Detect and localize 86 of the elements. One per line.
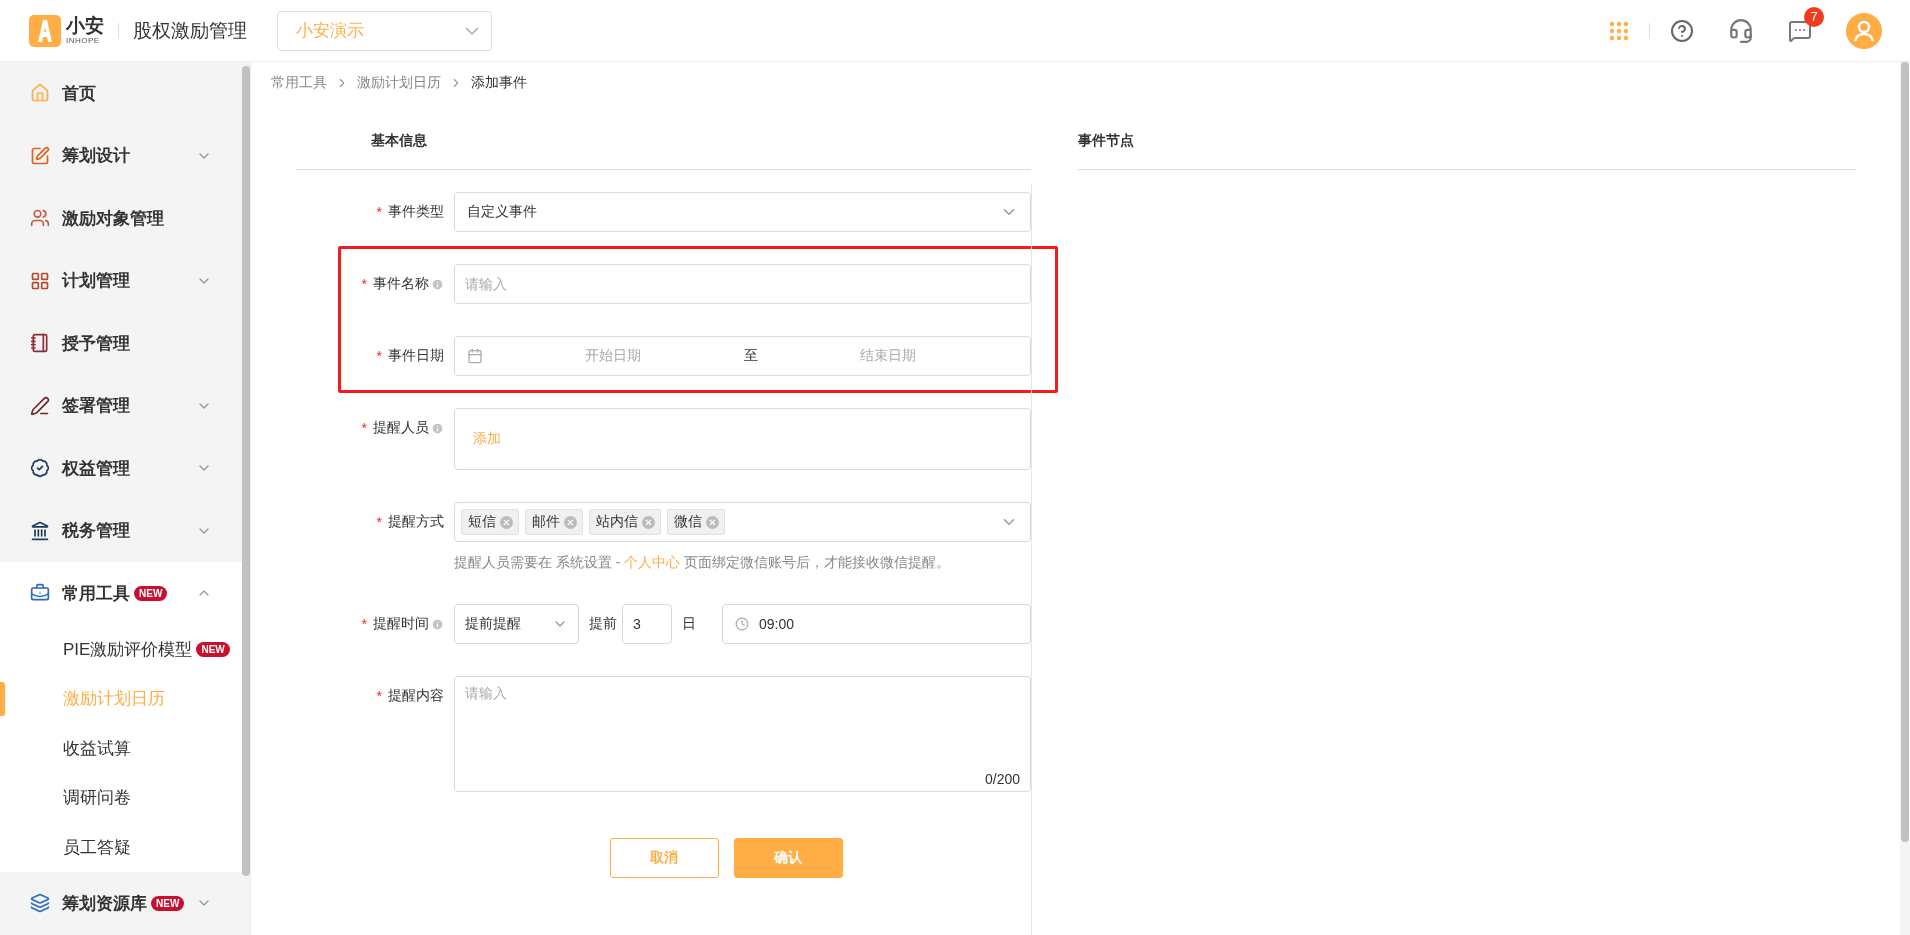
sidebar-subitem[interactable]: PIE激励评价模型 NEW bbox=[0, 624, 243, 674]
section-title: 基本信息 bbox=[371, 132, 427, 150]
hint-text: 提醒人员需要在 系统设置 - 个人中心 页面绑定微信账号后，才能接收微信提醒。 bbox=[454, 554, 952, 572]
close-icon[interactable] bbox=[642, 515, 655, 529]
chevron-down-icon bbox=[465, 26, 479, 35]
field-label: 提醒时间 bbox=[373, 615, 429, 633]
selection-bar bbox=[0, 682, 5, 716]
date-range-field[interactable]: 开始日期 至 结束日期 bbox=[454, 336, 1031, 376]
required-mark: * bbox=[361, 616, 367, 632]
section-title: 事件节点 bbox=[1078, 132, 1134, 150]
scrollbar-thumb[interactable] bbox=[242, 66, 251, 876]
avatar[interactable] bbox=[1846, 12, 1882, 49]
message-count: 7 bbox=[1804, 6, 1824, 27]
method-tag: 邮件 bbox=[525, 509, 583, 535]
method-tag: 站内信 bbox=[589, 509, 661, 535]
days-input[interactable]: 3 bbox=[622, 604, 672, 644]
breadcrumb-item[interactable]: 常用工具 bbox=[271, 74, 327, 92]
building-icon bbox=[30, 520, 50, 541]
unit-text: 日 bbox=[682, 615, 696, 633]
sidebar-item[interactable]: 常用工具 NEW bbox=[0, 562, 243, 625]
field-label: 提醒人员 bbox=[373, 419, 429, 437]
method-select[interactable]: 短信 邮件 站内信 微信 bbox=[454, 502, 1031, 542]
content-textarea[interactable]: 请输入 0/200 bbox=[454, 676, 1031, 792]
close-icon[interactable] bbox=[564, 515, 577, 529]
method-tag: 微信 bbox=[667, 509, 725, 535]
required-mark: * bbox=[361, 276, 367, 292]
placeholder-text: 请输入 bbox=[465, 685, 508, 703]
input-field[interactable]: 请输入 bbox=[454, 264, 1031, 304]
pencil-square-icon bbox=[30, 145, 50, 166]
sidebar-item[interactable]: 税务管理 bbox=[0, 499, 243, 562]
book-icon bbox=[30, 333, 50, 354]
start-date-placeholder: 开始日期 bbox=[585, 347, 642, 363]
headset-icon[interactable] bbox=[1728, 17, 1754, 44]
field-label: 事件类型 bbox=[388, 203, 444, 221]
new-badge: NEW bbox=[151, 895, 185, 911]
sidebar-subitem[interactable]: 收益试算 bbox=[0, 723, 243, 773]
required-mark: * bbox=[376, 514, 382, 530]
calendar-icon bbox=[467, 348, 483, 364]
new-badge: NEW bbox=[196, 641, 230, 657]
range-separator: 至 bbox=[743, 347, 758, 365]
apps-grid-icon[interactable] bbox=[1609, 20, 1629, 41]
prefix-text: 提前 bbox=[589, 615, 617, 633]
layers-icon bbox=[30, 893, 50, 914]
field-label: 事件日期 bbox=[388, 347, 444, 365]
breadcrumb-item[interactable]: 激励计划日历 bbox=[357, 74, 441, 92]
sidebar-subitem[interactable]: 调研问卷 bbox=[0, 773, 243, 823]
sidebar-item[interactable]: 签署管理 bbox=[0, 374, 243, 437]
sidebar-item[interactable]: 筹划设计 bbox=[0, 124, 243, 187]
sidebar-item[interactable]: 计划管理 bbox=[0, 249, 243, 312]
briefcase-icon bbox=[30, 583, 50, 604]
field-label: 事件名称 bbox=[373, 275, 429, 293]
message-icon[interactable] bbox=[1788, 18, 1812, 43]
clock-icon bbox=[735, 617, 749, 631]
badge-icon bbox=[30, 458, 50, 479]
new-badge: NEW bbox=[134, 585, 168, 601]
logo-icon bbox=[29, 14, 61, 47]
close-icon[interactable] bbox=[500, 515, 513, 529]
house-icon bbox=[30, 83, 50, 104]
close-icon[interactable] bbox=[706, 515, 719, 529]
help-icon[interactable] bbox=[1670, 18, 1694, 43]
grid-icon bbox=[30, 270, 50, 291]
char-counter: 0/200 bbox=[984, 771, 1020, 787]
required-mark: * bbox=[376, 688, 382, 704]
required-mark: * bbox=[376, 348, 382, 364]
sidebar-item[interactable]: 激励对象管理 bbox=[0, 187, 243, 250]
time-picker[interactable]: 09:00 bbox=[722, 604, 1031, 644]
required-mark: * bbox=[376, 204, 382, 220]
end-date-placeholder: 结束日期 bbox=[859, 347, 916, 363]
logo-subtext: INHOPE bbox=[66, 37, 101, 45]
logo-text: 小安 bbox=[66, 16, 104, 35]
people-icon bbox=[30, 208, 50, 229]
event-type-select[interactable]: 自定义事件 bbox=[454, 192, 1031, 232]
method-tag: 短信 bbox=[461, 509, 519, 535]
sidebar-subitem[interactable]: 员工答疑 bbox=[0, 822, 243, 872]
scrollbar-thumb[interactable] bbox=[1901, 62, 1909, 842]
pen-line-icon bbox=[30, 395, 50, 416]
sidebar-item[interactable]: 首页 bbox=[0, 62, 243, 125]
sidebar-item[interactable]: 授予管理 bbox=[0, 312, 243, 375]
field-label: 提醒方式 bbox=[388, 513, 444, 531]
field-label: 提醒内容 bbox=[388, 687, 444, 705]
breadcrumb-item: 添加事件 bbox=[471, 74, 527, 92]
sidebar-item[interactable]: 筹划资源库 NEW bbox=[0, 872, 243, 935]
required-mark: * bbox=[361, 420, 367, 436]
app-title: 股权激励管理 bbox=[133, 18, 247, 43]
mode-select[interactable]: 提前提醒 bbox=[454, 604, 579, 644]
sidebar-item[interactable]: 权益管理 bbox=[0, 437, 243, 500]
